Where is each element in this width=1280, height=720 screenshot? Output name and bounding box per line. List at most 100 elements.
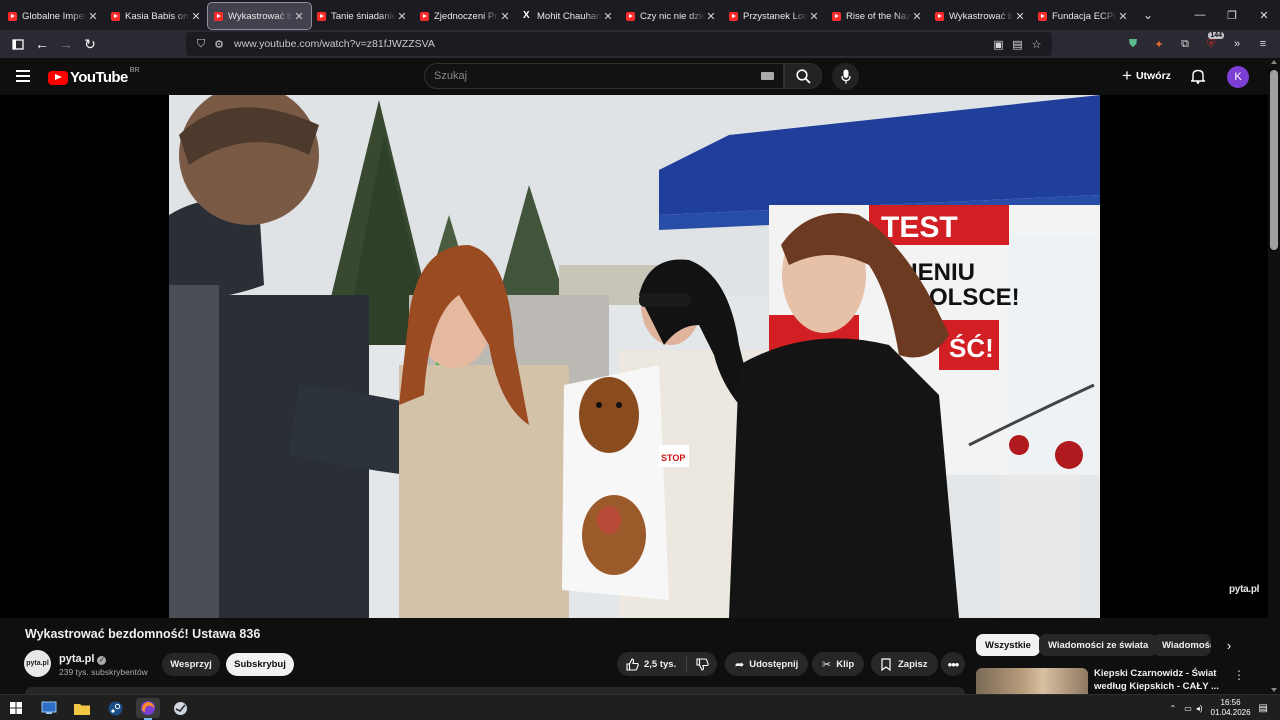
site-permissions-icon[interactable]: ⚙ [210, 38, 228, 51]
vpn-app-icon[interactable] [168, 698, 192, 718]
close-tab-icon[interactable]: ✕ [808, 10, 820, 23]
close-tab-icon[interactable]: ✕ [911, 10, 923, 23]
search-icon [795, 68, 811, 84]
clip-button[interactable]: ✂ Klip [812, 652, 865, 676]
close-tab-icon[interactable]: ✕ [602, 10, 614, 23]
share-button[interactable]: ➦ Udostępnij [725, 652, 809, 676]
close-tab-icon[interactable]: ✕ [87, 10, 99, 23]
notification-center-icon[interactable]: ▤ [1259, 703, 1268, 714]
reload-icon[interactable]: ↻ [78, 32, 102, 56]
firefox-icon[interactable] [136, 698, 160, 720]
browser-tab[interactable]: Przystanek Lombard✕ [723, 3, 826, 29]
more-actions-icon[interactable]: ••• [941, 652, 965, 676]
notifications-button[interactable] [1188, 66, 1208, 86]
chip-next-chevron-icon[interactable]: › [1218, 634, 1240, 656]
chip-world-news[interactable]: Wiadomości ze świata [1039, 634, 1158, 656]
youtube-logo[interactable]: YouTube BR [48, 67, 140, 86]
browser-tab[interactable]: Rise of the Nazis and✕ [826, 3, 929, 29]
file-explorer-icon[interactable] [70, 698, 94, 718]
shield-icon[interactable]: ⛉ [192, 38, 210, 51]
search-input[interactable]: Szukaj [424, 63, 784, 89]
youtube-icon [729, 11, 738, 21]
browser-tab[interactable]: Czy nic nie dzieje się✕ [620, 3, 723, 29]
search-button[interactable] [784, 63, 822, 89]
browser-tab[interactable]: Globalne Imperium✕ [2, 3, 105, 29]
vpn-shield-icon[interactable]: ⛊ [1122, 33, 1144, 55]
overflow-chevron-icon[interactable]: » [1226, 33, 1248, 55]
close-tab-icon[interactable]: ✕ [1117, 10, 1129, 23]
ublock-icon[interactable]: ⛨ 144 [1200, 32, 1224, 55]
bell-icon [1191, 69, 1205, 84]
task-view-icon[interactable] [37, 698, 61, 718]
close-tab-icon[interactable]: ✕ [705, 10, 717, 23]
minimize-icon[interactable]: — [1184, 0, 1216, 30]
browser-tab[interactable]: Zjednoczeni Przeciw✕ [414, 3, 517, 29]
tab-list-chevron-icon[interactable]: ⌄ [1135, 8, 1161, 22]
scroll-down-arrow-icon[interactable] [1271, 688, 1277, 692]
close-window-icon[interactable]: ✕ [1248, 0, 1280, 30]
close-tab-icon[interactable]: ✕ [396, 10, 408, 23]
browser-tab[interactable]: Kasia Babis omawia✕ [105, 3, 208, 29]
description-box[interactable] [25, 687, 965, 694]
video-player[interactable]: TEST IENIU OLSCE! ŚĆ! STOP pyta.pl [0, 95, 1268, 618]
region-code: BR [129, 67, 140, 74]
hamburger-menu-icon[interactable] [16, 70, 30, 82]
subscribe-button[interactable]: Subskrybuj [226, 653, 294, 676]
browser-tab[interactable]: Mohit Chauhan on✕ [517, 3, 620, 29]
support-button[interactable]: Wesprzyj [162, 653, 220, 676]
bookmark-star-icon[interactable]: ☆ [1027, 38, 1046, 51]
address-bar[interactable]: ⛉ ⚙ www.youtube.com/watch?v=z81fJWZZSVA … [186, 32, 1052, 56]
voice-search-button[interactable] [832, 63, 859, 90]
forward-arrow-icon[interactable]: → [54, 32, 78, 56]
video-frame[interactable]: TEST IENIU OLSCE! ŚĆ! STOP [169, 95, 1100, 618]
youtube-header: YouTube BR Szukaj + Utwórz K [0, 58, 1280, 95]
dislike-button[interactable] [687, 657, 717, 671]
recommendation-more-icon[interactable]: ⋮ [1232, 668, 1246, 682]
toolbar-extensions: ⛊ ✦ ⧉ ⛨ 144 » ≡ [1122, 32, 1274, 55]
youtube-icon [214, 11, 223, 21]
scissors-icon: ✂ [822, 658, 832, 671]
save-button[interactable]: Zapisz [871, 652, 938, 676]
chip-news[interactable]: Wiadomości [1153, 634, 1211, 656]
volume-icon[interactable]: ◂) [1196, 704, 1203, 713]
recommendation-thumbnail[interactable] [976, 668, 1088, 694]
back-arrow-icon[interactable]: ← [30, 32, 54, 56]
steam-icon[interactable] [103, 698, 127, 718]
thumbs-up-icon [626, 657, 639, 671]
reader-view-icon[interactable]: ▤ [1008, 38, 1027, 51]
create-button[interactable]: + Utwórz [1116, 65, 1177, 87]
scroll-up-arrow-icon[interactable] [1271, 60, 1277, 64]
browser-tab[interactable]: Wykastrować bezdomność✕ [929, 3, 1032, 29]
extensions-puzzle-icon[interactable]: ⧉ [1174, 33, 1196, 55]
account-avatar[interactable]: K [1227, 66, 1249, 88]
keyboard-icon[interactable] [761, 72, 774, 80]
clock[interactable]: 16:56 01.04.2026 [1211, 698, 1251, 718]
windows-start-icon[interactable] [4, 698, 28, 718]
browser-tab[interactable]: Tanie śniadanie w✕ [311, 3, 414, 29]
system-tray: ⌃ ▭ ◂) 16:56 01.04.2026 ▤ [1170, 695, 1280, 720]
recommendation-title[interactable]: Kiepski Czarnowidz - Świat według Kiepsk… [1094, 668, 1224, 693]
url-text[interactable]: www.youtube.com/watch?v=z81fJWZZSVA [234, 38, 989, 50]
verified-check-icon: ✓ [97, 656, 107, 665]
close-tab-icon[interactable]: ✕ [190, 10, 202, 23]
close-tab-icon[interactable]: ✕ [1014, 10, 1026, 23]
browser-tab[interactable]: Fundacja ECPU Pomoc✕ [1032, 3, 1135, 29]
browser-tab-active[interactable]: Wykastrować bezdomność✕ [207, 2, 312, 30]
close-tab-icon[interactable]: ✕ [499, 10, 511, 23]
chip-all[interactable]: Wszystkie [976, 634, 1040, 656]
picture-in-picture-icon[interactable]: ▣ [989, 38, 1008, 51]
channel-name[interactable]: pyta.pl ✓ [59, 653, 107, 665]
tray-chevron-icon[interactable]: ⌃ [1170, 704, 1177, 713]
banner-text: ŚĆ! [949, 333, 994, 363]
scrollbar-thumb[interactable] [1270, 70, 1278, 250]
app-menu-icon[interactable]: ≡ [1252, 33, 1274, 55]
like-button[interactable]: 2,5 tys. [617, 656, 687, 672]
restore-icon[interactable]: ❐ [1216, 0, 1248, 30]
subscriber-count: 239 tys. subskrybentów [59, 667, 148, 677]
close-tab-icon[interactable]: ✕ [293, 10, 305, 23]
extension-fox-icon[interactable]: ✦ [1148, 33, 1170, 55]
page-scrollbar[interactable] [1268, 58, 1280, 694]
network-icon[interactable]: ▭ [1184, 704, 1192, 713]
channel-avatar[interactable]: pyta.pl [24, 650, 51, 677]
sidebar-toggle-icon[interactable] [6, 32, 30, 56]
